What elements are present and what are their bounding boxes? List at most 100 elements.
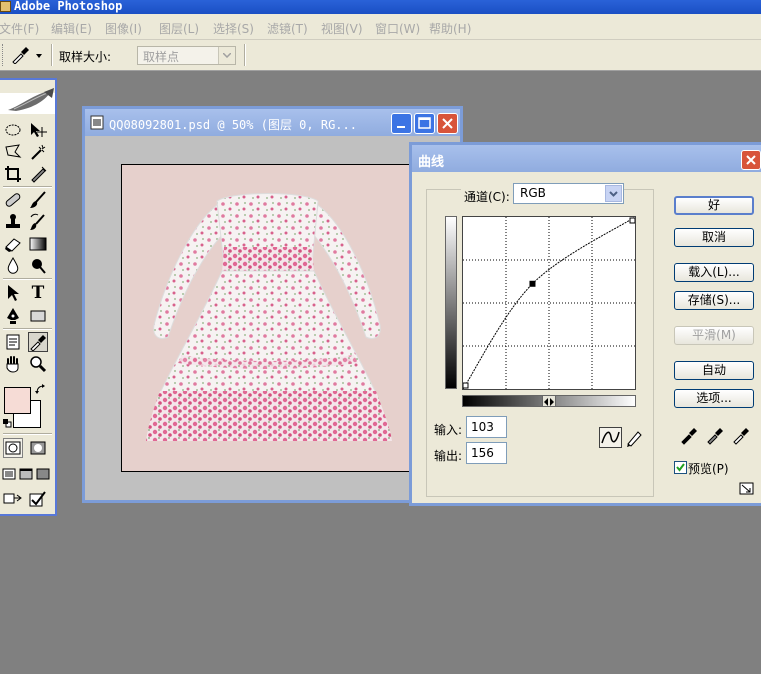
gradient-icon [29, 237, 47, 251]
ok-button[interactable]: 好 [674, 196, 754, 215]
healing-brush-tool[interactable] [3, 190, 23, 210]
eyedropper-icon [12, 47, 42, 65]
menu-image[interactable]: 图像(I) [105, 20, 142, 37]
pencil-icon [627, 431, 642, 447]
minimize-icon [397, 126, 405, 128]
menu-layer[interactable]: 图层(L) [159, 20, 199, 37]
magnifier-icon [30, 356, 47, 373]
close-button[interactable] [437, 113, 458, 134]
output-field[interactable]: 156 [466, 442, 507, 464]
checkbox-box[interactable] [674, 461, 687, 474]
swap-colors-icon[interactable] [35, 384, 47, 395]
menu-view[interactable]: 视图(V) [321, 20, 363, 37]
document-canvas-area[interactable] [85, 136, 460, 500]
brush-icon [30, 191, 46, 208]
white-point-eyedropper[interactable] [731, 423, 751, 445]
screen-mode-standard[interactable] [1, 464, 17, 484]
eraser-tool[interactable] [3, 234, 23, 254]
menu-edit[interactable]: 编辑(E) [51, 20, 92, 37]
toolbox-separator [3, 186, 52, 188]
clone-stamp-tool[interactable] [3, 212, 23, 232]
options-bar-grip[interactable] [2, 44, 6, 66]
load-button[interactable]: 载入(L)... [674, 263, 754, 282]
maximize-button[interactable] [414, 113, 435, 134]
brush-tool[interactable] [28, 190, 48, 210]
channel-label: 通道(C): [461, 188, 513, 205]
pencil-mode-button[interactable] [624, 427, 644, 448]
options-button[interactable]: 选项... [674, 389, 754, 408]
curve-graph[interactable] [462, 216, 636, 390]
close-icon [746, 155, 756, 165]
minimize-button[interactable] [391, 113, 412, 134]
smooth-button[interactable]: 平滑(M) [674, 326, 754, 345]
menu-file[interactable]: 文件(F) [0, 20, 39, 37]
quick-mask-button[interactable] [28, 438, 48, 458]
photoshop-app-icon [0, 1, 11, 12]
toolbox-header[interactable] [0, 80, 55, 114]
menu-window[interactable]: 窗口(W) [375, 20, 420, 37]
default-colors-icon[interactable] [3, 417, 12, 428]
curve-endpoint-white[interactable] [629, 217, 636, 224]
slice-tool[interactable] [28, 164, 48, 184]
tool-preset-picker[interactable] [10, 46, 42, 65]
sample-size-label: 取样大小: [59, 50, 112, 64]
standard-mode-button[interactable] [3, 438, 23, 458]
shape-tool[interactable] [28, 306, 48, 326]
foreground-color-swatch[interactable] [4, 387, 31, 414]
maximize-icon [418, 117, 431, 129]
path-selection-tool[interactable] [3, 283, 23, 303]
options-bar: 取样大小: 取样点 [0, 40, 761, 71]
move-tool[interactable] [28, 120, 48, 140]
channel-value: RGB [520, 186, 546, 200]
curve-endpoint-black[interactable] [462, 382, 469, 389]
lasso-tool[interactable] [3, 142, 23, 162]
history-brush-tool[interactable] [28, 212, 48, 232]
document-title-bar[interactable]: QQ08092801.psd @ 50% (图层 0, RG... [85, 109, 460, 136]
document-image[interactable] [121, 164, 415, 472]
input-label: 输入: [434, 423, 463, 437]
window-icon [36, 468, 50, 480]
gradient-tool[interactable] [28, 234, 48, 254]
check-button[interactable] [28, 489, 48, 509]
sample-size-value: 取样点 [143, 50, 180, 64]
eraser-icon [5, 238, 21, 252]
menu-help[interactable]: 帮助(H) [429, 20, 471, 37]
menu-select[interactable]: 选择(S) [213, 20, 254, 37]
expand-dialog-icon[interactable] [739, 482, 755, 496]
gradient-direction-toggle[interactable] [542, 395, 556, 407]
eyedropper-tool[interactable] [28, 332, 48, 352]
screen-mode-full[interactable] [35, 464, 51, 484]
sample-size-select[interactable]: 取样点 [137, 46, 236, 65]
input-field[interactable]: 103 [466, 416, 507, 438]
options-separator [51, 44, 53, 66]
curve-graph-svg [462, 216, 636, 390]
type-tool[interactable]: T [28, 283, 48, 303]
dodge-icon [32, 259, 46, 274]
blur-tool[interactable] [3, 256, 23, 276]
screen-mode-full-menu[interactable] [18, 464, 34, 484]
save-button[interactable]: 存储(S)... [674, 291, 754, 310]
channel-select[interactable]: RGB [513, 183, 624, 204]
gray-point-eyedropper[interactable] [705, 423, 725, 445]
dodge-tool[interactable] [28, 256, 48, 276]
curve-control-point[interactable] [529, 280, 536, 287]
curve-line[interactable] [462, 216, 636, 390]
curves-title-bar[interactable]: 曲线 [412, 145, 761, 172]
pen-tool[interactable] [3, 306, 23, 326]
crop-tool[interactable] [3, 164, 23, 184]
zoom-tool[interactable] [28, 354, 48, 374]
marquee-tool[interactable] [3, 120, 23, 140]
jump-to-imageready-button[interactable] [3, 489, 23, 509]
black-point-eyedropper[interactable] [679, 423, 699, 445]
cancel-button[interactable]: 取消 [674, 228, 754, 247]
hand-tool[interactable] [3, 354, 23, 374]
menu-filter[interactable]: 滤镜(T) [267, 20, 308, 37]
toolbox: T [0, 78, 57, 516]
auto-button[interactable]: 自动 [674, 361, 754, 380]
standard-mode-icon [5, 441, 21, 455]
magic-wand-tool[interactable] [28, 142, 48, 162]
notes-tool[interactable] [3, 332, 23, 352]
curve-mode-button[interactable] [599, 427, 622, 448]
close-button[interactable] [741, 150, 761, 170]
rectangle-icon [30, 310, 46, 322]
